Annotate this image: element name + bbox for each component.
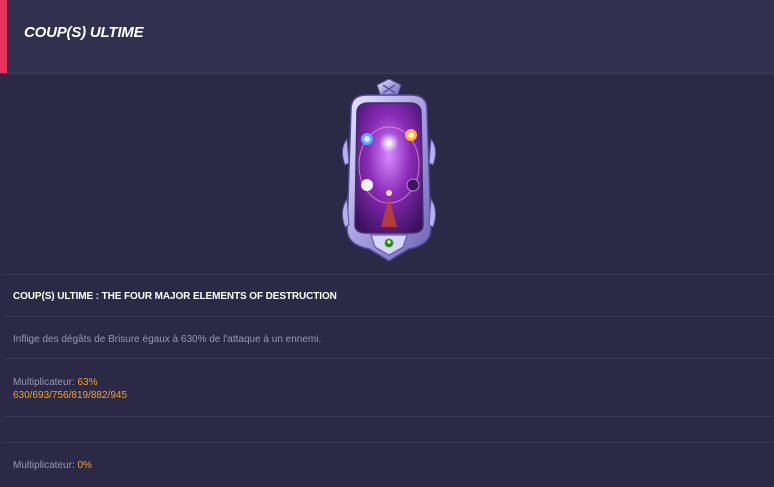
card-area: [3, 74, 774, 274]
skill-description-row: Inflige des dégâts de Brisure égaux à 63…: [3, 316, 774, 359]
multiplier-1: Multiplicateur: 63%: [13, 377, 97, 388]
multiplier-2: Multiplicateur: 0%: [13, 460, 92, 471]
empty-row: [3, 416, 774, 443]
section-title: COUP(S) ULTIME: [24, 24, 144, 41]
section-header: COUP(S) ULTIME: [0, 0, 774, 74]
multiplier-1-label: Multiplicateur:: [13, 377, 78, 388]
skill-description: Inflige des dégâts de Brisure égaux à 63…: [13, 334, 322, 345]
multiplier-row-2: Multiplicateur: 0%: [3, 442, 774, 487]
multiplier-1-levels: 630/693/756/819/882/945: [13, 390, 127, 401]
skill-title-row: COUP(S) ULTIME : THE FOUR MAJOR ELEMENTS…: [3, 274, 774, 317]
header-accent-bar: [0, 0, 7, 73]
skill-title: COUP(S) ULTIME : THE FOUR MAJOR ELEMENTS…: [13, 291, 337, 302]
multiplier-2-label: Multiplicateur:: [13, 460, 78, 471]
multiplier-row-1: Multiplicateur: 63% 630/693/756/819/882/…: [3, 358, 774, 417]
multiplier-2-value: 0%: [77, 460, 92, 471]
multiplier-1-value: 63%: [77, 377, 98, 388]
ultimate-card-art: [341, 79, 437, 262]
skill-panel: COUP(S) ULTIME : THE FOUR MAJOR ELEMENTS…: [3, 74, 774, 486]
